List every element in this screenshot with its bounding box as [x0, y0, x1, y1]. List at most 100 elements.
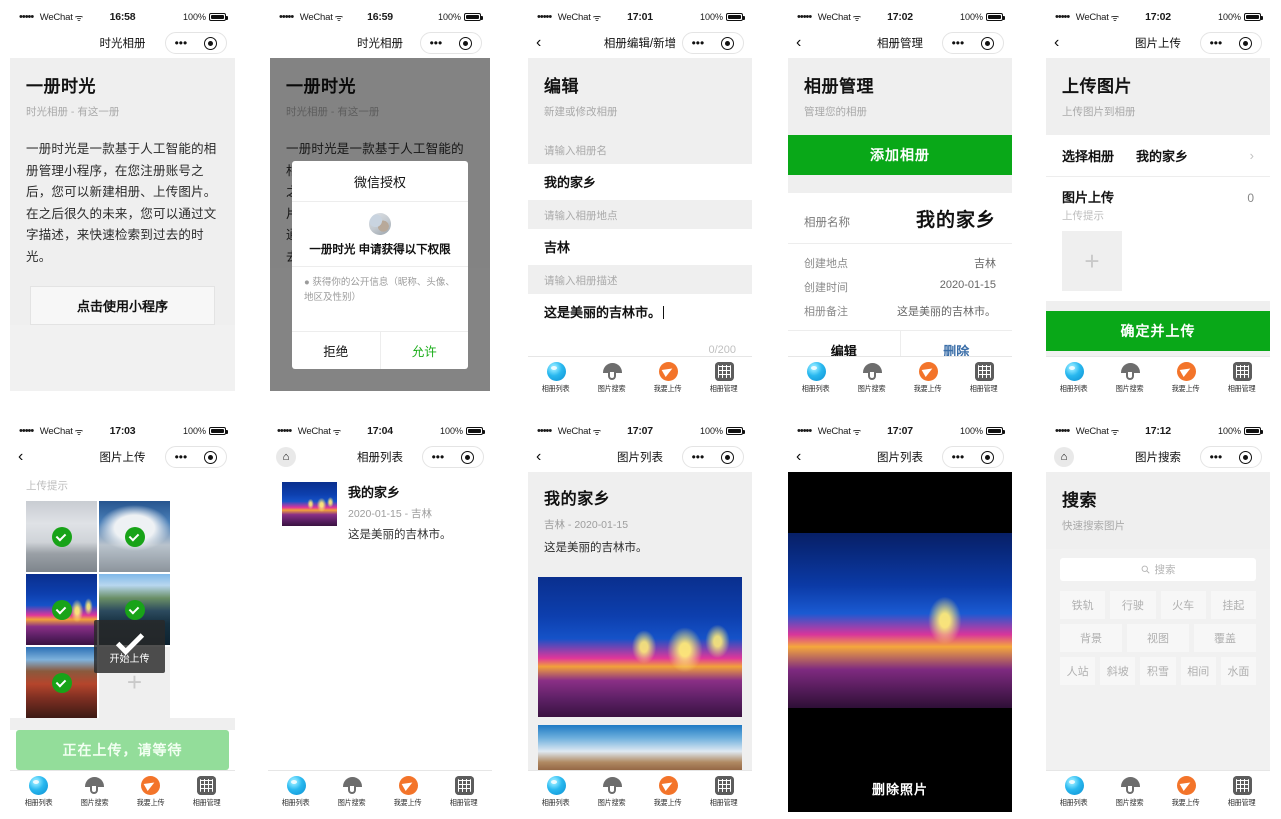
back-button[interactable]: ‹: [1054, 35, 1076, 51]
search-tag[interactable]: 积雪: [1140, 657, 1176, 685]
photo-thumb[interactable]: [26, 574, 97, 645]
tab-album-manage[interactable]: 相册管理: [696, 362, 752, 394]
tab-upload[interactable]: 我要上传: [123, 776, 179, 808]
more-icon[interactable]: •••: [175, 37, 188, 49]
edit-album-button[interactable]: 编辑: [788, 331, 901, 356]
target-icon[interactable]: [981, 36, 995, 50]
add-album-button[interactable]: 添加相册: [788, 135, 1012, 175]
tab-image-search[interactable]: 图片搜索: [844, 362, 900, 394]
wechat-capsule[interactable]: •••: [682, 446, 744, 468]
tab-album-manage[interactable]: 相册管理: [179, 776, 235, 808]
wechat-capsule[interactable]: •••: [422, 446, 484, 468]
back-button[interactable]: ‹: [18, 449, 40, 465]
reject-button[interactable]: 拒绝: [292, 332, 381, 370]
tab-album-list[interactable]: 相册列表: [10, 776, 66, 808]
tab-upload[interactable]: 我要上传: [640, 362, 696, 394]
delete-album-button[interactable]: 删除: [901, 331, 1013, 356]
photo-item[interactable]: [538, 725, 742, 770]
target-icon[interactable]: [204, 36, 218, 50]
album-name-input[interactable]: 我的家乡: [528, 164, 752, 200]
photo-thumb[interactable]: [26, 501, 97, 572]
more-icon[interactable]: •••: [1210, 37, 1223, 49]
wechat-capsule[interactable]: •••: [942, 446, 1004, 468]
tab-image-search[interactable]: 图片搜索: [324, 776, 380, 808]
more-icon[interactable]: •••: [430, 37, 443, 49]
home-button[interactable]: ⌂: [1054, 447, 1074, 467]
target-icon[interactable]: [981, 450, 995, 464]
tab-image-search[interactable]: 图片搜索: [584, 362, 640, 394]
fullscreen-viewer[interactable]: 删除照片: [788, 472, 1012, 812]
wechat-capsule[interactable]: •••: [682, 32, 744, 54]
wechat-capsule[interactable]: •••: [1200, 446, 1262, 468]
target-icon[interactable]: [1239, 450, 1253, 464]
tab-album-manage[interactable]: 相册管理: [1214, 776, 1270, 808]
tab-upload[interactable]: 我要上传: [1158, 776, 1214, 808]
tab-album-list[interactable]: 相册列表: [1046, 776, 1102, 808]
search-tag[interactable]: 背景: [1060, 624, 1122, 652]
allow-button[interactable]: 允许: [381, 332, 469, 369]
album-place-input[interactable]: 吉林: [528, 229, 752, 265]
add-photo-button[interactable]: +: [1062, 231, 1122, 291]
tab-album-manage[interactable]: 相册管理: [696, 776, 752, 808]
launch-miniprogram-button[interactable]: 点击使用小程序: [30, 286, 215, 325]
search-tag[interactable]: 斜坡: [1100, 657, 1136, 685]
more-icon[interactable]: •••: [175, 451, 188, 463]
search-tag[interactable]: 行驶: [1110, 591, 1156, 619]
tab-image-search[interactable]: 图片搜索: [1102, 362, 1158, 394]
tab-upload[interactable]: 我要上传: [1158, 362, 1214, 394]
search-tag[interactable]: 人站: [1060, 657, 1096, 685]
search-tag[interactable]: 覆盖: [1194, 624, 1256, 652]
target-icon[interactable]: [204, 450, 218, 464]
search-tag[interactable]: 铁轨: [1060, 591, 1106, 619]
delete-photo-button[interactable]: 删除照片: [788, 769, 1012, 812]
tab-image-search[interactable]: 图片搜索: [1102, 776, 1158, 808]
wechat-capsule[interactable]: •••: [1200, 32, 1262, 54]
home-button[interactable]: ⌂: [276, 447, 296, 467]
back-button[interactable]: ‹: [536, 449, 558, 465]
tab-album-list[interactable]: 相册列表: [528, 362, 584, 394]
tab-upload[interactable]: 我要上传: [380, 776, 436, 808]
photo-item[interactable]: [538, 577, 742, 717]
target-icon[interactable]: [459, 36, 473, 50]
tab-upload[interactable]: 我要上传: [900, 362, 956, 394]
tab-upload[interactable]: 我要上传: [640, 776, 696, 808]
search-tag[interactable]: 水面: [1220, 657, 1257, 685]
tab-album-list[interactable]: 相册列表: [1046, 362, 1102, 394]
more-icon[interactable]: •••: [692, 37, 705, 49]
wechat-capsule[interactable]: •••: [942, 32, 1004, 54]
search-input[interactable]: 搜索: [1060, 558, 1256, 581]
tab-album-list[interactable]: 相册列表: [788, 362, 844, 394]
search-tag[interactable]: 相间: [1180, 657, 1216, 685]
wechat-capsule[interactable]: •••: [165, 446, 227, 468]
more-icon[interactable]: •••: [692, 451, 705, 463]
back-button[interactable]: ‹: [796, 449, 818, 465]
more-icon[interactable]: •••: [1210, 451, 1223, 463]
more-icon[interactable]: •••: [432, 451, 445, 463]
wechat-capsule[interactable]: •••: [420, 32, 482, 54]
wechat-capsule[interactable]: •••: [165, 32, 227, 54]
tab-album-list[interactable]: 相册列表: [528, 776, 584, 808]
search-tag[interactable]: 视图: [1127, 624, 1189, 652]
tab-album-list[interactable]: 相册列表: [268, 776, 324, 808]
target-icon[interactable]: [721, 36, 735, 50]
tab-album-manage[interactable]: 相册管理: [436, 776, 492, 808]
tab-album-manage[interactable]: 相册管理: [1214, 362, 1270, 394]
photo-thumb[interactable]: [99, 501, 170, 572]
search-tag[interactable]: 火车: [1160, 591, 1206, 619]
back-button[interactable]: ‹: [796, 35, 818, 51]
more-icon[interactable]: •••: [952, 451, 965, 463]
select-album-row[interactable]: 选择相册 我的家乡 ›: [1046, 135, 1270, 177]
target-icon[interactable]: [461, 450, 475, 464]
list-item[interactable]: 我的家乡 2020-01-15 - 吉林 这是美丽的吉林市。: [268, 472, 492, 554]
tab-image-search[interactable]: 图片搜索: [584, 776, 640, 808]
photo-full[interactable]: [788, 533, 1012, 708]
target-icon[interactable]: [1239, 36, 1253, 50]
album-desc-input[interactable]: 这是美丽的吉林市。: [528, 294, 752, 330]
tab-album-manage[interactable]: 相册管理: [956, 362, 1012, 394]
confirm-upload-button[interactable]: 确定并上传: [1046, 311, 1270, 351]
search-tag[interactable]: 挂起: [1210, 591, 1256, 619]
back-button[interactable]: ‹: [536, 35, 558, 51]
target-icon[interactable]: [721, 450, 735, 464]
more-icon[interactable]: •••: [952, 37, 965, 49]
photo-thumb[interactable]: [26, 647, 97, 718]
